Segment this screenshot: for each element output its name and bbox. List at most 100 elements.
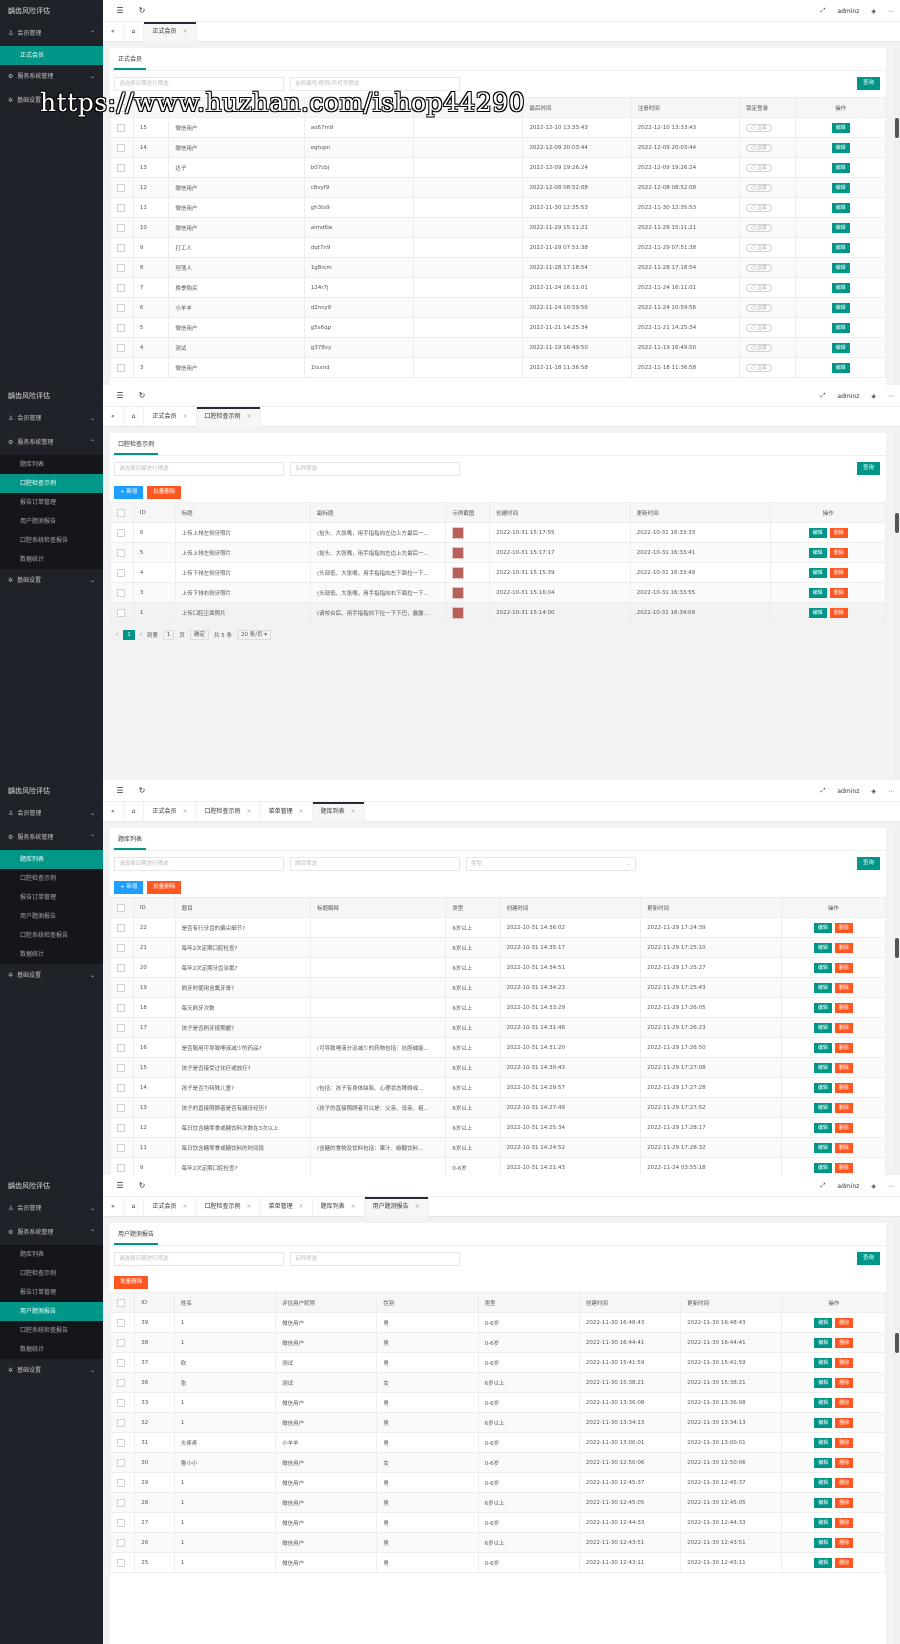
edit-button[interactable]: 编辑 (831, 162, 850, 173)
sidebar-item-member[interactable]: ♙ 会员管理 ⌃ (0, 22, 103, 46)
tab[interactable]: 用户题测报告 × (364, 1196, 429, 1217)
date-filter-input[interactable]: 请选择日期进行筛选 (114, 1252, 284, 1266)
fullscreen-icon[interactable]: ⤢ (821, 392, 826, 400)
date-filter-input[interactable]: 请选择日期进行筛选 (114, 462, 284, 476)
edit-button[interactable]: 编辑 (813, 1102, 832, 1113)
sidebar-item-member[interactable]: ♙ 会员管理 ⌄ (0, 1197, 103, 1221)
row-checkbox[interactable] (117, 1143, 125, 1152)
row-checkbox[interactable] (117, 1043, 125, 1052)
batch-delete-button[interactable]: 批量删除 (114, 1275, 149, 1289)
theme-icon[interactable]: ◈ (871, 1183, 876, 1190)
home-icon[interactable]: ⌂ (124, 801, 145, 822)
delete-button[interactable]: 删除 (835, 1477, 854, 1488)
more-icon[interactable]: ⋯ (888, 393, 894, 400)
row-checkbox[interactable] (117, 143, 125, 152)
delete-button[interactable]: 删除 (834, 942, 853, 953)
menu-toggle-icon[interactable]: ☰ (115, 786, 125, 795)
row-checkbox[interactable] (117, 608, 125, 617)
row-checkbox[interactable] (117, 1318, 125, 1327)
sidebar-subitem[interactable]: 题库列表 (0, 455, 103, 474)
row-checkbox[interactable] (117, 363, 125, 372)
batch-delete-button[interactable]: 批量删除 (147, 485, 182, 499)
sidebar-subitem[interactable]: 数据统计 (0, 1340, 103, 1359)
select-all-checkbox[interactable] (117, 508, 125, 517)
edit-button[interactable]: 编辑 (831, 322, 850, 333)
edit-button[interactable]: 编辑 (831, 122, 850, 133)
edit-button[interactable]: 编辑 (831, 222, 850, 233)
edit-button[interactable]: 编辑 (814, 1557, 833, 1568)
row-checkbox[interactable] (117, 528, 125, 537)
edit-button[interactable]: 编辑 (813, 922, 832, 933)
row-checkbox[interactable] (117, 163, 125, 172)
close-icon[interactable]: × (351, 802, 356, 822)
lock-toggle[interactable]: ◯ 正常 (746, 143, 772, 152)
sidebar-subitem[interactable]: 数据统计 (0, 550, 103, 569)
user-menu[interactable]: adminz (837, 393, 859, 400)
close-icon[interactable]: × (299, 802, 304, 822)
lock-toggle[interactable]: ◯ 正常 (746, 223, 772, 232)
row-checkbox[interactable] (117, 963, 125, 972)
row-checkbox[interactable] (117, 1558, 125, 1567)
lock-toggle[interactable]: ◯ 正常 (746, 323, 772, 332)
example-thumbnail[interactable] (452, 566, 465, 579)
tab[interactable]: 菜单管理 × (261, 801, 313, 822)
tab[interactable]: 正式会员 × (144, 801, 197, 822)
goto-confirm-button[interactable]: 确定 (189, 630, 209, 640)
lock-toggle[interactable]: ◯ 正常 (746, 183, 772, 192)
more-icon[interactable]: ⋯ (888, 8, 894, 15)
tab[interactable]: 口腔检查示例 × (196, 406, 261, 427)
row-checkbox[interactable] (117, 983, 125, 992)
row-checkbox[interactable] (117, 243, 125, 252)
delete-button[interactable]: 删除 (834, 1122, 853, 1133)
home-icon[interactable]: ⌂ (124, 21, 145, 42)
tab[interactable]: 正式会员 × (144, 406, 197, 427)
row-checkbox[interactable] (117, 588, 125, 597)
theme-icon[interactable]: ◈ (871, 8, 876, 15)
sidebar-subitem[interactable]: 报告订单管理 (0, 888, 103, 907)
lock-toggle[interactable]: ◯ 正常 (746, 243, 772, 252)
refresh-icon[interactable]: ↻ (137, 786, 147, 795)
delete-button[interactable]: 删除 (834, 1162, 853, 1173)
edit-button[interactable]: 编辑 (813, 1022, 832, 1033)
row-checkbox[interactable] (117, 1538, 125, 1547)
row-checkbox[interactable] (117, 1518, 125, 1527)
lock-toggle[interactable]: ◯ 正常 (746, 203, 772, 212)
row-checkbox[interactable] (117, 923, 125, 932)
row-checkbox[interactable] (117, 1358, 125, 1367)
edit-button[interactable]: 编辑 (808, 547, 827, 558)
edit-button[interactable]: 编辑 (814, 1417, 833, 1428)
sidebar-subitem[interactable]: 数据统计 (0, 945, 103, 964)
row-checkbox[interactable] (117, 1163, 125, 1172)
sidebar-item-service[interactable]: ⚙ 服务系统管理 ⌃ (0, 431, 103, 455)
tabs-prev-icon[interactable]: « (103, 1196, 124, 1217)
tab[interactable]: 口腔检查示例 × (197, 801, 261, 822)
row-checkbox[interactable] (117, 548, 125, 557)
row-checkbox[interactable] (117, 183, 125, 192)
prev-page-icon[interactable]: ‹ (116, 632, 118, 638)
delete-button[interactable]: 删除 (835, 1497, 854, 1508)
close-icon[interactable]: × (183, 407, 188, 427)
delete-button[interactable]: 删除 (834, 962, 853, 973)
delete-button[interactable]: 删除 (835, 1357, 854, 1368)
edit-button[interactable]: 编辑 (814, 1517, 833, 1528)
row-checkbox[interactable] (117, 1418, 125, 1427)
sidebar-subitem[interactable]: 用户题测报告 (0, 1302, 103, 1321)
edit-button[interactable]: 编辑 (831, 282, 850, 293)
row-checkbox[interactable] (117, 1438, 125, 1447)
tab[interactable]: 口腔检查示例 × (197, 1196, 261, 1217)
edit-button[interactable]: 编辑 (813, 1142, 832, 1153)
row-checkbox[interactable] (117, 203, 125, 212)
user-menu[interactable]: adminz (837, 8, 859, 15)
close-icon[interactable]: × (247, 1197, 252, 1217)
delete-button[interactable]: 删除 (834, 1022, 853, 1033)
row-checkbox[interactable] (117, 123, 125, 132)
sidebar-subitem[interactable]: 用户题测报告 (0, 512, 103, 531)
sidebar-item-basic[interactable]: ✲ 基础设置 ⌄ (0, 569, 103, 593)
per-page-select[interactable]: 20 条/页 ▾ (236, 630, 272, 640)
example-thumbnail[interactable] (452, 606, 465, 619)
add-button[interactable]: + 新增 (114, 880, 144, 894)
edit-button[interactable]: 编辑 (813, 1002, 832, 1013)
close-icon[interactable]: × (247, 407, 252, 427)
edit-button[interactable]: 编辑 (813, 1062, 832, 1073)
row-checkbox[interactable] (117, 223, 125, 232)
